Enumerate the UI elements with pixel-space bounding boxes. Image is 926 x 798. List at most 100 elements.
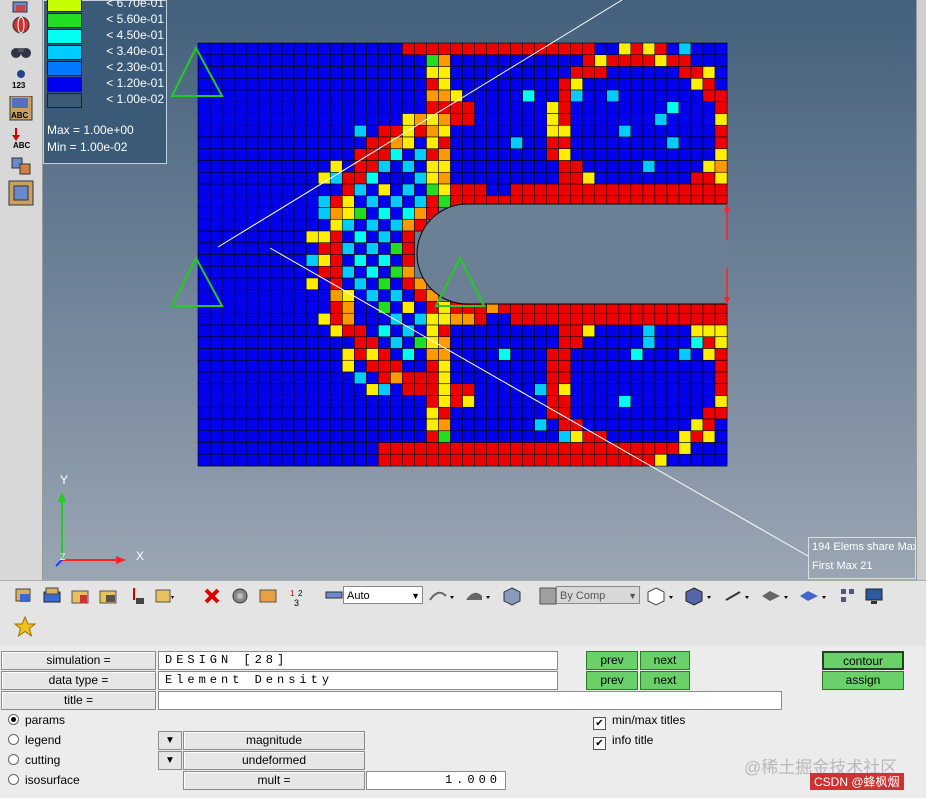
mesh-element — [281, 207, 295, 220]
mesh-element — [221, 124, 235, 138]
grid-layout-icon[interactable] — [838, 586, 858, 606]
mask-icon[interactable] — [230, 586, 250, 606]
mesh-element — [257, 371, 271, 385]
graphics-viewport[interactable]: < 6.70e-01 < 5.60e-01 < 4.50e-01 < 3.40e… — [0, 0, 916, 580]
mesh-element — [414, 324, 427, 338]
plane-icon[interactable] — [760, 586, 788, 606]
mesh-element — [546, 359, 560, 373]
mesh-element — [642, 312, 656, 326]
magnitude-toggle[interactable]: ▼ — [158, 731, 182, 750]
simulation-prev-button[interactable]: prev — [586, 651, 638, 670]
mesh-element — [245, 136, 259, 150]
datatype-next-button[interactable]: next — [640, 671, 690, 690]
tag-abc-icon[interactable]: ABC — [8, 95, 34, 121]
mesh-element — [245, 324, 259, 338]
components-icon[interactable] — [42, 586, 62, 606]
load-collector-icon[interactable] — [98, 586, 118, 606]
color-by-value: By Comp — [560, 590, 606, 602]
mesh-element — [534, 101, 548, 114]
title-field[interactable] — [158, 691, 782, 710]
globe-tool-icon[interactable] — [8, 14, 34, 38]
simulation-button[interactable]: simulation = — [1, 651, 156, 670]
mesh-element — [269, 77, 283, 91]
x-axis-label: X — [136, 549, 144, 563]
mesh-element — [390, 324, 403, 338]
mesh-element — [281, 430, 295, 443]
datatype-prev-button[interactable]: prev — [586, 671, 638, 690]
checkbox-minmax-titles[interactable]: ✔ min/max titles — [593, 713, 685, 730]
shading-mode-icon[interactable] — [464, 586, 490, 606]
mesh-element — [702, 383, 716, 396]
mesh-element — [317, 89, 331, 103]
mesh-element — [353, 207, 367, 220]
delete-icon[interactable] — [202, 586, 222, 606]
mesh-element — [426, 113, 439, 126]
assign-button[interactable]: assign — [822, 671, 904, 690]
viewport-scrollbar[interactable] — [916, 0, 926, 580]
monitor-icon[interactable] — [864, 586, 884, 606]
star-icon[interactable] — [13, 615, 37, 638]
simulation-field[interactable]: DESIGN [28] — [158, 651, 558, 670]
folder-icon[interactable] — [70, 586, 90, 606]
mult-field[interactable]: 1.000 — [366, 771, 506, 790]
line-style-icon[interactable] — [724, 586, 749, 606]
radio-cutting[interactable]: cutting — [8, 753, 60, 767]
mesh-element — [245, 171, 259, 185]
shaded-view-icon[interactable] — [428, 586, 454, 606]
mesh-element — [245, 289, 259, 302]
radio-isosurface[interactable]: isosurface — [8, 773, 80, 787]
checkbox-info-title[interactable]: ✔ info title — [593, 733, 653, 750]
numbers-icon[interactable]: 123 — [288, 586, 308, 608]
magnitude-button[interactable]: magnitude — [183, 731, 365, 750]
mesh-element — [197, 242, 211, 255]
surface-icon[interactable] — [798, 586, 826, 606]
color-by-select[interactable]: By Comp ▼ — [556, 586, 640, 604]
mesh-element — [378, 242, 391, 255]
transform-icon[interactable] — [8, 154, 34, 178]
undeformed-toggle[interactable]: ▼ — [158, 751, 182, 770]
mesh-element — [714, 395, 728, 408]
mesh-element — [390, 230, 403, 244]
constraint-icon[interactable] — [126, 586, 146, 606]
simulation-next-button[interactable]: next — [640, 651, 690, 670]
contour-button[interactable]: contour — [822, 651, 904, 670]
mesh-element — [546, 183, 560, 197]
mesh-element — [714, 113, 728, 126]
undeformed-button[interactable]: undeformed — [183, 751, 365, 770]
mesh-element — [245, 124, 259, 138]
radio-params[interactable]: params — [8, 713, 65, 727]
mesh-element — [269, 265, 283, 279]
view-select[interactable]: Auto ▼ — [343, 586, 423, 604]
mesh-element — [678, 336, 692, 349]
mesh-element — [498, 160, 511, 173]
color-by-icon[interactable] — [538, 586, 558, 606]
mesh-element — [197, 207, 211, 220]
data-type-field[interactable]: Element Density — [158, 671, 558, 690]
mesh-element — [341, 301, 355, 314]
frame-icon[interactable] — [8, 180, 34, 206]
cube-icon[interactable] — [502, 586, 522, 606]
solid-cube-icon[interactable] — [684, 586, 711, 606]
mesh-element — [414, 183, 427, 197]
title-button[interactable]: title = — [1, 691, 156, 710]
mesh-element — [642, 453, 656, 467]
mesh-element — [341, 207, 355, 220]
model-layers-icon[interactable] — [14, 586, 34, 606]
load-abc-icon[interactable]: ABC — [8, 126, 34, 150]
radio-legend[interactable]: legend — [8, 733, 61, 747]
renumber-icon[interactable] — [258, 586, 278, 606]
mesh-element — [690, 418, 704, 432]
mesh-element — [426, 171, 439, 185]
data-type-button[interactable]: data type = — [1, 671, 156, 690]
organize-icon[interactable] — [154, 586, 174, 606]
wireframe-cube-icon[interactable] — [646, 586, 673, 606]
view-icon[interactable] — [324, 586, 344, 606]
mesh-element — [714, 371, 728, 385]
query-123-icon[interactable]: 123 — [8, 66, 34, 90]
mesh-element — [414, 301, 427, 314]
mesh-element — [642, 383, 656, 396]
binoculars-icon[interactable] — [8, 40, 34, 64]
mesh-element — [666, 136, 680, 150]
mesh-element — [582, 136, 596, 150]
mesh-element — [341, 242, 355, 255]
